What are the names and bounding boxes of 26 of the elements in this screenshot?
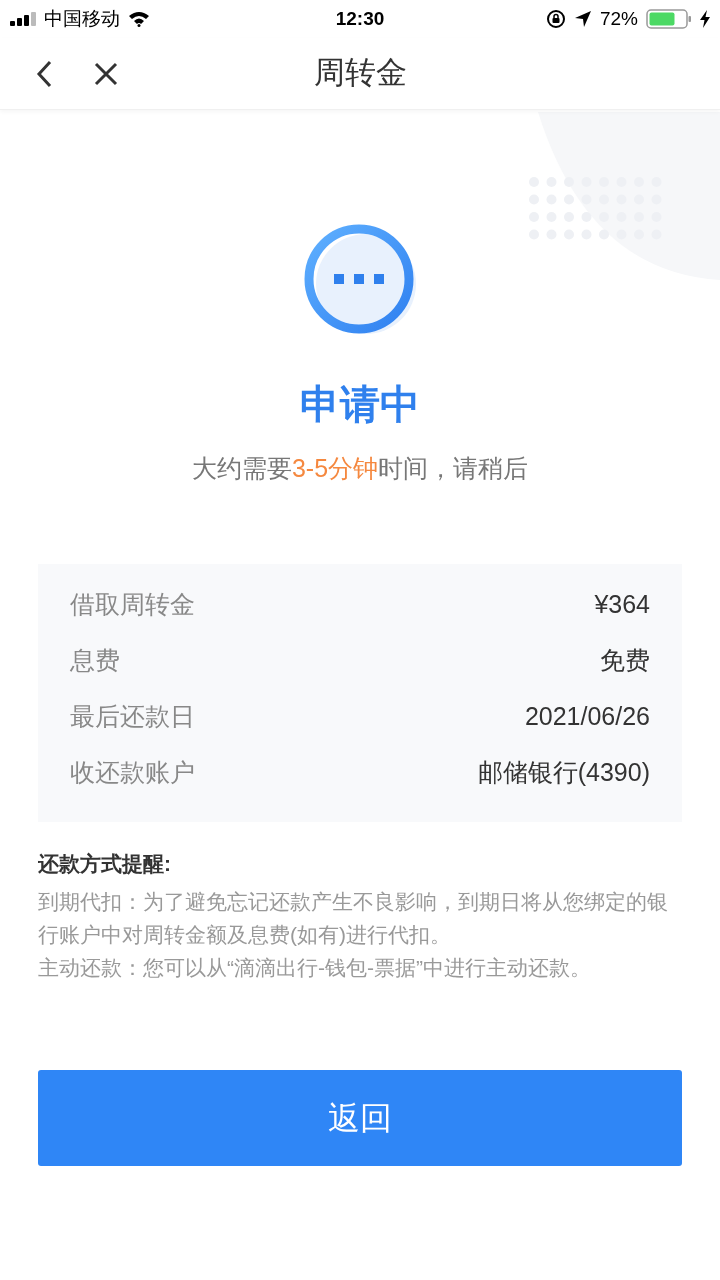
battery-icon bbox=[646, 9, 692, 29]
status-title: 申请中 bbox=[300, 384, 420, 424]
detail-value: 免费 bbox=[600, 644, 650, 676]
close-icon bbox=[94, 61, 118, 86]
back-icon bbox=[36, 59, 52, 88]
carrier-name: 中国移动 bbox=[44, 6, 120, 31]
charging-icon bbox=[700, 10, 710, 28]
detail-value: 2021/06/26 bbox=[524, 700, 650, 732]
detail-value: ¥364 bbox=[594, 588, 650, 620]
detail-label: 息费 bbox=[70, 644, 120, 676]
battery-percentage: 72% bbox=[599, 6, 638, 31]
detail-label: 收还款账户 bbox=[70, 756, 195, 788]
wifi-icon bbox=[128, 11, 150, 27]
page-title: 周转金 bbox=[313, 54, 407, 93]
location-arrow-icon bbox=[573, 10, 592, 28]
reminder-paragraph: 到期代扣：为了避免忘记还款产生不良影响，到期日将从您绑定的银行账户中对周转金额及息费(如有)进行代扣。 bbox=[38, 889, 669, 948]
detail-value: 邮储银行(4390) bbox=[477, 756, 650, 788]
clock-time: 12:30 bbox=[335, 6, 385, 31]
detail-label: 最后还款日 bbox=[70, 700, 195, 732]
detail-label: 借取周转金 bbox=[70, 588, 195, 620]
signal-icon bbox=[10, 12, 38, 26]
return-button[interactable]: 返回 bbox=[38, 1070, 682, 1166]
reminder-title: 还款方式提醒: bbox=[38, 850, 172, 877]
status-subtitle: 大约需要3-5分钟时间，请稍后 bbox=[191, 453, 529, 484]
rotation-lock-icon bbox=[545, 9, 566, 29]
reminder-paragraph: 主动还款：您可以从“滴滴出行-钱包-票据”中进行主动还款。 bbox=[38, 955, 592, 981]
